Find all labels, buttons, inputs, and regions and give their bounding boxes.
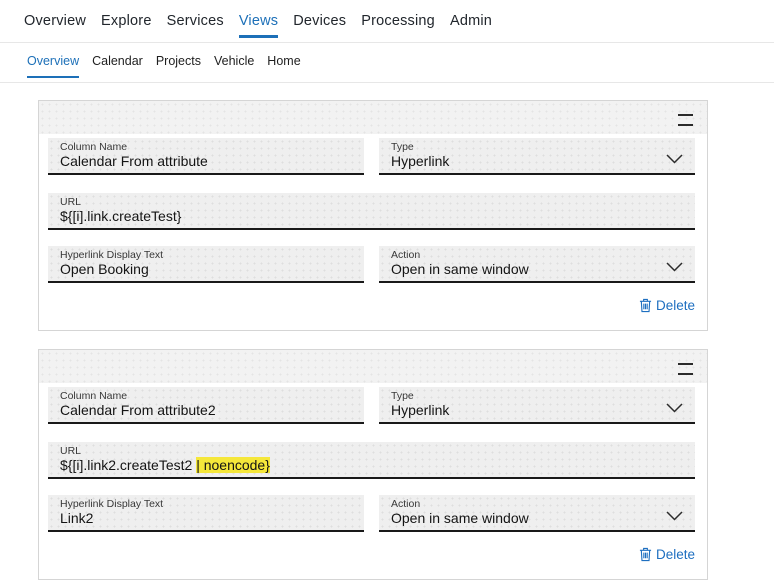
- field-value: Calendar From attribute: [60, 153, 352, 169]
- trash-icon: [639, 547, 652, 562]
- nav-item-devices[interactable]: Devices: [293, 13, 346, 42]
- field-label: Column Name: [60, 390, 352, 402]
- field-label: Column Name: [60, 141, 352, 153]
- field-label: Action: [391, 498, 683, 510]
- field-label: Action: [391, 249, 683, 261]
- drag-handle-icon[interactable]: [678, 363, 693, 375]
- chevron-down-icon: [666, 262, 683, 272]
- field-value: Open in same window: [391, 510, 683, 526]
- field-label: Hyperlink Display Text: [60, 249, 352, 261]
- card-body: Column Name Calendar From attribute2 Typ…: [39, 383, 707, 579]
- action-select[interactable]: Action Open in same window: [379, 246, 695, 283]
- field-value: Hyperlink: [391, 402, 683, 418]
- chevron-down-icon: [666, 511, 683, 521]
- views-sub-navigation: Overview Calendar Projects Vehicle Home: [0, 43, 774, 83]
- delete-label: Delete: [656, 547, 695, 562]
- field-value: Calendar From attribute2: [60, 402, 352, 418]
- column-name-input[interactable]: Column Name Calendar From attribute: [48, 138, 364, 175]
- delete-button[interactable]: Delete: [639, 547, 695, 562]
- url-text: ${[i].link2.createTest2: [60, 457, 196, 473]
- subnav-item-overview[interactable]: Overview: [27, 54, 79, 82]
- nav-item-admin[interactable]: Admin: [450, 13, 492, 42]
- main-navigation: Overview Explore Services Views Devices …: [0, 0, 774, 43]
- action-select[interactable]: Action Open in same window: [379, 495, 695, 532]
- field-label: URL: [60, 196, 683, 208]
- url-highlighted-text: | noencode}: [196, 457, 270, 473]
- field-label: URL: [60, 445, 683, 457]
- field-value: Open in same window: [391, 261, 683, 277]
- field-value: Open Booking: [60, 261, 352, 277]
- hyperlink-display-text-input[interactable]: Hyperlink Display Text Open Booking: [48, 246, 364, 283]
- column-config-list: Column Name Calendar From attribute Type…: [38, 100, 708, 580]
- nav-item-views[interactable]: Views: [239, 13, 278, 42]
- delete-label: Delete: [656, 298, 695, 313]
- chevron-down-icon: [666, 403, 683, 413]
- column-name-input[interactable]: Column Name Calendar From attribute2: [48, 387, 364, 424]
- card-drag-header: [39, 350, 707, 383]
- subnav-item-projects[interactable]: Projects: [156, 54, 201, 82]
- card-drag-header: [39, 101, 707, 134]
- type-select[interactable]: Type Hyperlink: [379, 387, 695, 424]
- field-label: Type: [391, 141, 683, 153]
- drag-handle-icon[interactable]: [678, 114, 693, 126]
- chevron-down-icon: [666, 154, 683, 164]
- url-text: ${[i].link.createTest}: [60, 208, 181, 224]
- delete-button[interactable]: Delete: [639, 298, 695, 313]
- field-value: ${[i].link2.createTest2 | noencode}: [60, 457, 683, 473]
- field-value: Hyperlink: [391, 153, 683, 169]
- field-label: Hyperlink Display Text: [60, 498, 352, 510]
- hyperlink-display-text-input[interactable]: Hyperlink Display Text Link2: [48, 495, 364, 532]
- nav-item-explore[interactable]: Explore: [101, 13, 152, 42]
- nav-item-services[interactable]: Services: [167, 13, 224, 42]
- url-input[interactable]: URL ${[i].link2.createTest2 | noencode}: [48, 442, 695, 479]
- field-label: Type: [391, 390, 683, 402]
- column-config-card-2: Column Name Calendar From attribute2 Typ…: [38, 349, 708, 580]
- field-value: ${[i].link.createTest}: [60, 208, 683, 224]
- column-config-card-1: Column Name Calendar From attribute Type…: [38, 100, 708, 331]
- url-input[interactable]: URL ${[i].link.createTest}: [48, 193, 695, 230]
- subnav-item-home[interactable]: Home: [267, 54, 300, 82]
- trash-icon: [639, 298, 652, 313]
- type-select[interactable]: Type Hyperlink: [379, 138, 695, 175]
- subnav-item-vehicle[interactable]: Vehicle: [214, 54, 254, 82]
- nav-item-processing[interactable]: Processing: [361, 13, 435, 42]
- nav-item-overview[interactable]: Overview: [24, 13, 86, 42]
- card-body: Column Name Calendar From attribute Type…: [39, 134, 707, 330]
- field-value: Link2: [60, 510, 352, 526]
- subnav-item-calendar[interactable]: Calendar: [92, 54, 143, 82]
